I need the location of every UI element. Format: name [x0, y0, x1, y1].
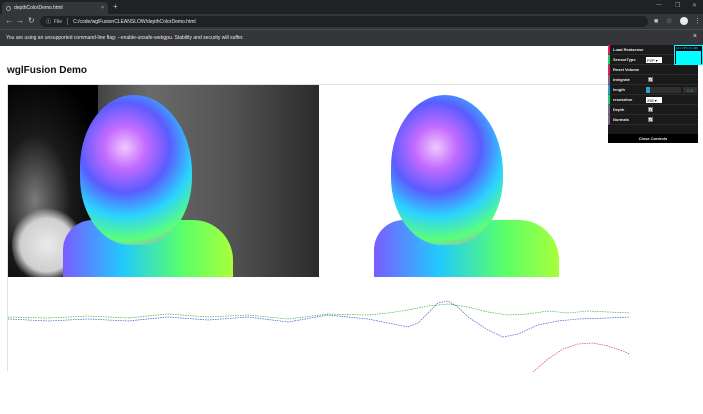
red-signal-line: [532, 342, 630, 372]
fps-graph: [676, 51, 701, 64]
normals-label: Normals: [613, 117, 630, 122]
integrate-row: integrate ✓: [608, 75, 698, 85]
address-bar[interactable]: ⓘ File C:/code/wglFusionCLEANSLOW/depthC…: [40, 16, 648, 27]
normals-row: Normals ✓: [608, 115, 698, 125]
load-realsense-label: Load Realsense: [613, 47, 644, 52]
chevron-down-icon: ▾: [655, 57, 658, 63]
globe-icon: [6, 5, 11, 11]
forward-icon[interactable]: →: [16, 16, 24, 26]
resolution-row: resolution 256 ▾: [608, 95, 698, 105]
page-title: wglFusion Demo: [7, 65, 87, 76]
resolution-label: resolution: [613, 97, 633, 102]
url-scheme: File: [54, 18, 63, 25]
close-controls-button[interactable]: Close Controls: [608, 134, 698, 143]
depth-view[interactable]: [8, 85, 319, 277]
new-tab-button[interactable]: +: [113, 2, 118, 12]
depth-checkbox[interactable]: ✓: [648, 107, 653, 112]
normals-face: [391, 95, 503, 245]
infobar-close-icon[interactable]: ×: [693, 33, 697, 40]
length-label: length: [613, 87, 625, 92]
window-close-icon[interactable]: ✕: [692, 2, 697, 9]
url-text: C:/code/wglFusionCLEANSLOW/depthColorDem…: [73, 18, 196, 25]
signal-graph: [8, 277, 630, 372]
depth-label: Depth: [613, 107, 625, 112]
integrate-checkbox[interactable]: ✓: [648, 77, 653, 82]
demo-canvas-panel: [7, 84, 630, 372]
depth-row: Depth ✓: [608, 105, 698, 115]
length-slider[interactable]: [646, 87, 681, 93]
blue-signal-line: [8, 300, 630, 338]
browser-tab[interactable]: depthColorDemo.html ×: [2, 2, 108, 14]
close-tab-icon[interactable]: ×: [101, 5, 104, 11]
length-input[interactable]: 0.5: [683, 87, 697, 93]
reset-volume-label: Reset Volume: [613, 67, 640, 72]
menu-icon[interactable]: ⋮: [694, 17, 701, 26]
browser-toolbar: ← → ↻ ⓘ File C:/code/wglFusionCLEANSLOW/…: [0, 14, 703, 29]
sensor-type-label: SensorType: [613, 57, 636, 62]
tab-strip: depthColorDemo.html × + — ❐ ✕: [0, 0, 703, 14]
sensor-type-value: P2P: [647, 57, 655, 63]
chevron-down-icon: ▾: [654, 97, 657, 103]
depth-face-normals: [80, 95, 192, 245]
back-icon[interactable]: ←: [5, 16, 13, 26]
green-signal-line: [8, 303, 630, 320]
normals-view[interactable]: [319, 85, 630, 277]
length-row: length 0.5: [608, 85, 698, 95]
warning-infobar: You are using an unsupported command-lin…: [0, 29, 703, 46]
resolution-value: 256: [647, 97, 654, 103]
fps-stats-panel[interactable]: 121 FPS (0-100): [674, 45, 703, 65]
maximize-icon[interactable]: ❐: [675, 2, 680, 9]
normals-checkbox[interactable]: ✓: [648, 117, 653, 122]
infobar-text: You are using an unsupported command-lin…: [6, 35, 244, 41]
info-icon[interactable]: ⓘ: [46, 18, 51, 25]
page-content: wglFusion Demo: [0, 46, 703, 414]
profile-avatar[interactable]: [680, 17, 688, 25]
tab-title: depthColorDemo.html: [14, 5, 63, 11]
reload-icon[interactable]: ↻: [28, 16, 35, 26]
minimize-icon[interactable]: —: [656, 2, 662, 8]
reset-volume-button[interactable]: Reset Volume: [608, 65, 698, 75]
sensor-type-select[interactable]: P2P ▾: [646, 57, 662, 63]
bookmark-star-icon[interactable]: ☆: [666, 17, 672, 26]
url-divider: [67, 18, 69, 25]
resolution-select[interactable]: 256 ▾: [646, 97, 662, 103]
length-slider-fill: [646, 87, 651, 93]
integrate-label: integrate: [613, 77, 630, 82]
extension-icon[interactable]: ■: [654, 17, 658, 26]
fps-label: 121 FPS (0-100): [676, 46, 699, 50]
